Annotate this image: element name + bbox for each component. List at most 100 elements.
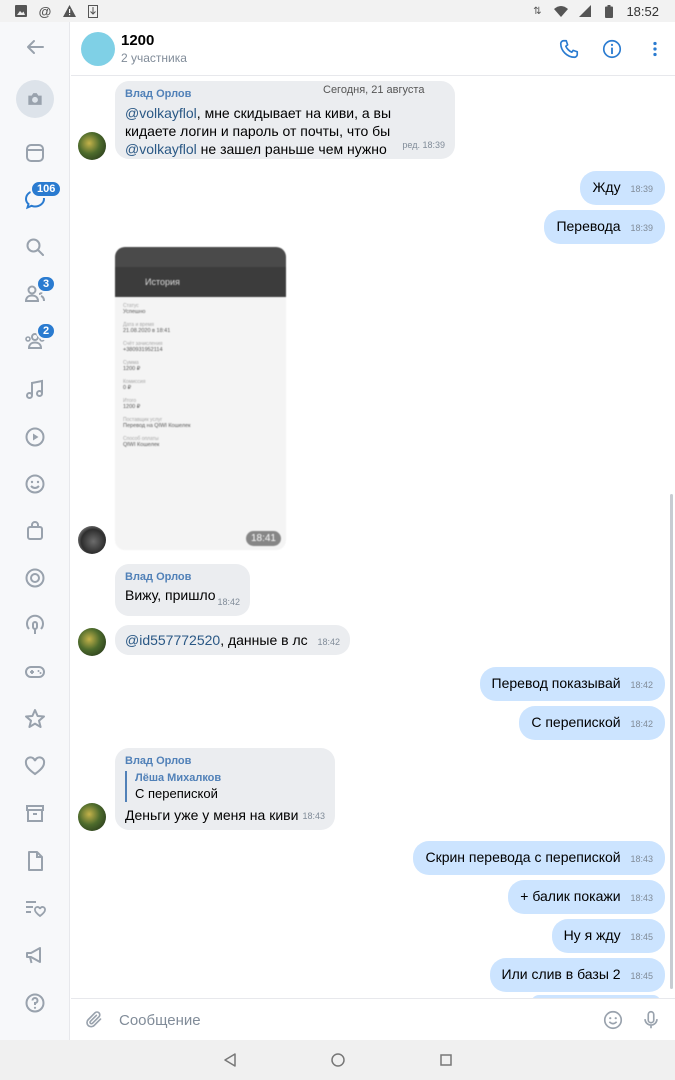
sender-avatar[interactable] xyxy=(78,628,106,656)
clock: 18:52 xyxy=(626,3,659,19)
rail-item-stickers[interactable] xyxy=(16,465,54,503)
smiley-icon xyxy=(603,1010,623,1030)
outgoing-message[interactable]: Жду 18:39 xyxy=(580,171,665,205)
message-text: Или слив в базы 2 xyxy=(501,966,621,982)
status-bar: @ ⇅ 18:52 xyxy=(0,0,675,22)
chat-title[interactable]: 1200 xyxy=(121,32,154,49)
outgoing-message[interactable]: Перевода 18:39 xyxy=(544,210,665,244)
quoted-reply[interactable]: Лёша Михалков С перепиской xyxy=(125,771,325,802)
photo-attachment[interactable]: История Статус Успешно Дата и время 21.08.… xyxy=(115,247,286,550)
sender-avatar[interactable] xyxy=(78,132,106,160)
emoji-button[interactable] xyxy=(601,1008,625,1032)
rail-item-music[interactable] xyxy=(16,371,54,409)
chat-header: 1200 2 участника xyxy=(71,22,675,76)
chat-subtitle: 2 участника xyxy=(121,51,187,65)
target-icon xyxy=(25,568,45,588)
gallery-icon xyxy=(14,4,28,18)
sender-avatar[interactable] xyxy=(78,526,106,554)
outgoing-message[interactable]: + балик покажи 18:43 xyxy=(508,880,665,914)
mention-link[interactable]: @volkayflol xyxy=(125,141,197,157)
arrow-left-icon xyxy=(27,40,44,54)
message-text: Деньги уже у меня на киви xyxy=(125,807,299,823)
receipt-row: Поставщик услуг Перевод на QIWI Кошелек xyxy=(123,417,191,429)
sender-name[interactable]: Влад Орлов xyxy=(125,570,240,584)
message-time: 18:42 xyxy=(630,680,653,690)
outgoing-message[interactable]: Перевод показывай 18:42 xyxy=(479,667,665,701)
rail-item-ads[interactable] xyxy=(16,936,54,974)
circle-home-icon xyxy=(331,1053,345,1067)
message-time: 18:45 xyxy=(630,932,653,942)
battery-icon xyxy=(602,4,616,18)
message-list[interactable]: Влад Орлов @volkayflol, мне скидывает на… xyxy=(71,76,675,998)
smiley-icon xyxy=(25,474,45,494)
nav-home-button[interactable] xyxy=(328,1050,348,1070)
sender-avatar[interactable] xyxy=(78,803,106,831)
rail-item-live[interactable] xyxy=(16,559,54,597)
message-input[interactable]: Сообщение xyxy=(119,1012,201,1029)
camera-button[interactable] xyxy=(16,80,54,118)
outgoing-message[interactable]: Ну я жду 18:45 xyxy=(551,919,665,953)
incoming-message[interactable]: Влад Орлов Лёша Михалков С перепиской Де… xyxy=(115,748,335,830)
scrollbar[interactable] xyxy=(670,494,673,989)
phone-icon xyxy=(559,39,579,59)
play-circle-icon xyxy=(25,427,45,447)
rail-item-documents[interactable] xyxy=(16,842,54,880)
podcast-icon xyxy=(26,614,44,634)
communities-badge: 2 xyxy=(36,322,57,340)
outgoing-message[interactable]: Скрин перевода с перепиской 18:43 xyxy=(413,841,665,875)
rail-item-friends[interactable]: 3 xyxy=(16,275,57,313)
rail-item-messages[interactable]: 106 xyxy=(16,180,63,218)
system-navigation-bar xyxy=(0,1040,675,1080)
receipt-row: Счёт зачисления +380931952114 xyxy=(123,341,163,353)
signal-icon xyxy=(578,4,592,18)
rail-item-search[interactable] xyxy=(16,228,54,266)
message-time: 18:43 xyxy=(302,811,325,821)
more-vertical-icon xyxy=(653,41,657,57)
mention-link[interactable]: @volkayflol xyxy=(125,105,197,121)
data-arrows-icon: ⇅ xyxy=(533,5,542,17)
rail-item-likes[interactable] xyxy=(16,747,54,785)
rail-item-news[interactable] xyxy=(16,134,54,172)
call-button[interactable] xyxy=(553,33,585,65)
message-composer: Сообщение xyxy=(71,998,675,1040)
voice-message-button[interactable] xyxy=(639,1008,663,1032)
rail-item-bookmarks[interactable] xyxy=(16,700,54,738)
rail-item-archive[interactable] xyxy=(16,795,54,833)
photo-statusbar xyxy=(115,247,286,267)
gamepad-icon xyxy=(25,666,45,678)
message-time: 18:42 xyxy=(630,719,653,729)
back-button[interactable] xyxy=(16,28,54,66)
receipt-row: Комиссия 0 ₽ xyxy=(123,379,146,391)
outgoing-message[interactable]: Или слив в базы 2 18:45 xyxy=(489,958,665,992)
sender-name[interactable]: Влад Орлов xyxy=(125,754,325,768)
more-options-button[interactable] xyxy=(639,33,671,65)
message-text: + балик покажи xyxy=(520,888,621,904)
message-time: 18:39 xyxy=(630,184,653,194)
info-button[interactable] xyxy=(596,33,628,65)
nav-back-button[interactable] xyxy=(220,1050,240,1070)
warning-icon xyxy=(62,4,76,18)
attach-button[interactable] xyxy=(83,1008,107,1032)
rail-item-games[interactable] xyxy=(16,653,54,691)
rail-item-charity[interactable] xyxy=(16,889,54,927)
reply-text: С перепиской xyxy=(135,786,218,801)
rail-item-market[interactable] xyxy=(16,512,54,550)
rail-item-communities[interactable]: 2 xyxy=(16,322,57,360)
rail-item-podcasts[interactable] xyxy=(16,606,54,644)
square-recents-icon xyxy=(440,1054,452,1066)
info-icon xyxy=(602,39,622,59)
newsfeed-icon xyxy=(26,144,44,162)
message-text: Жду xyxy=(592,179,621,195)
mention-link[interactable]: @id557772520 xyxy=(125,632,220,648)
incoming-message[interactable]: @id557772520, данные в лс 18:42 xyxy=(115,625,351,655)
nav-recents-button[interactable] xyxy=(436,1050,456,1070)
message-text: @volkayflol, мне скидывает на киви, а вы… xyxy=(125,105,392,157)
rail-item-videos[interactable] xyxy=(16,418,54,456)
chat-avatar[interactable] xyxy=(81,32,115,66)
reply-author: Лёша Михалков xyxy=(135,772,222,784)
outgoing-message[interactable]: С перепиской 18:42 xyxy=(519,706,665,740)
message-text: Ну я жду xyxy=(563,927,621,943)
rail-item-help[interactable] xyxy=(16,984,54,1022)
incoming-message[interactable]: Влад Орлов Вижу, пришло 18:42 xyxy=(115,564,250,616)
at-sign-icon: @ xyxy=(38,3,52,19)
